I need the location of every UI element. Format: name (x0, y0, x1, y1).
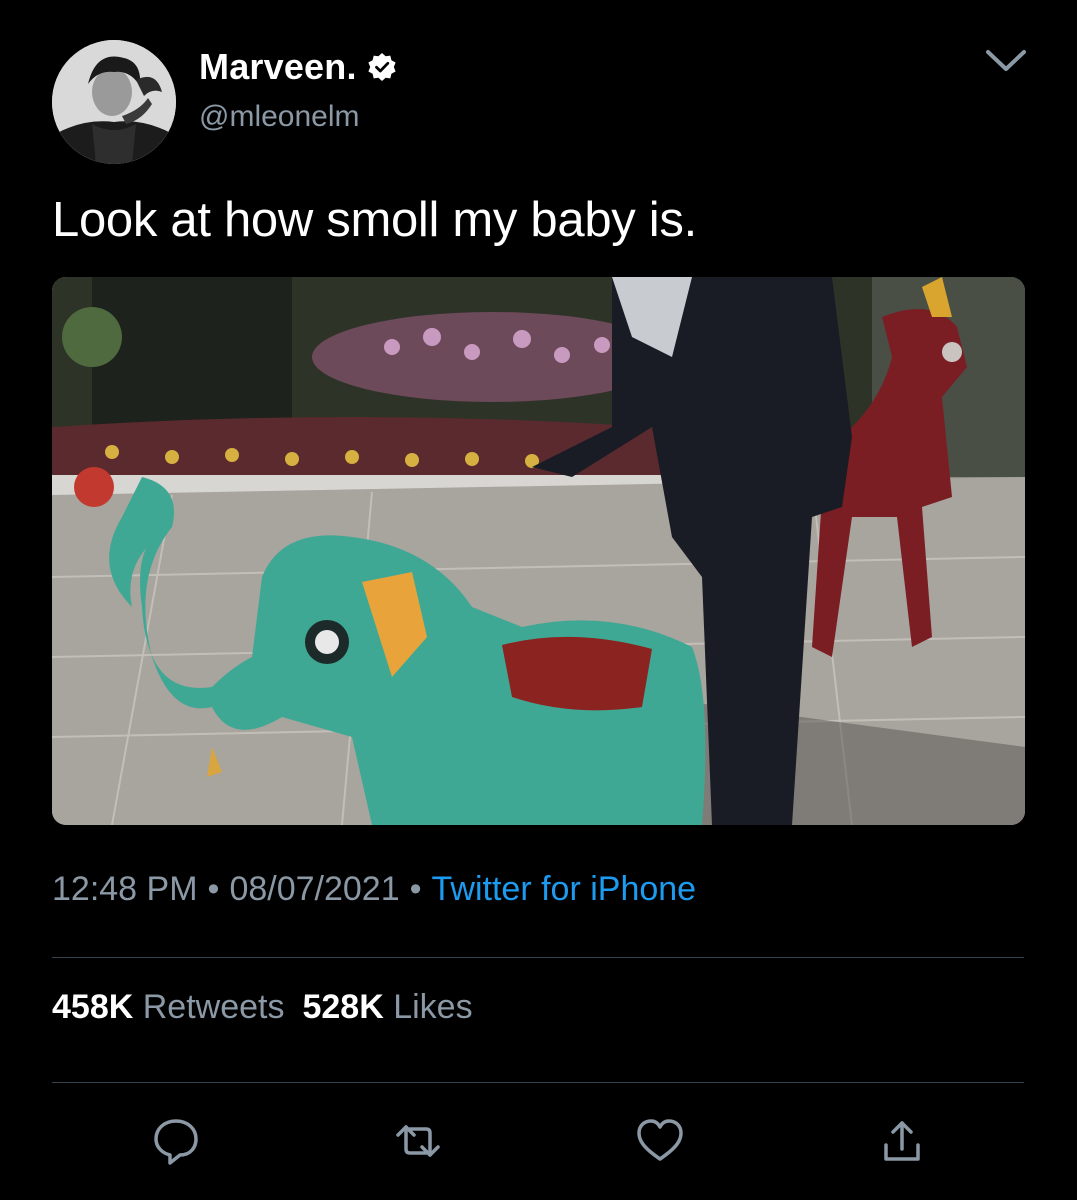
meta-separator: • (207, 870, 220, 908)
likes-count: 528K (302, 988, 384, 1026)
tweet-text: Look at how smoll my baby is. (52, 193, 697, 247)
tweet-stats: 458K Retweets 528K Likes (52, 988, 473, 1027)
tweet-photo[interactable] (52, 277, 1025, 825)
share-icon[interactable] (876, 1115, 928, 1167)
display-name[interactable]: Marveen. (199, 46, 357, 88)
photo-illustration (52, 277, 1025, 825)
likes-stat[interactable]: 528K Likes (302, 988, 472, 1026)
chevron-down-icon[interactable] (982, 42, 1030, 80)
retweets-count: 458K (52, 988, 134, 1026)
reply-icon[interactable] (150, 1115, 202, 1167)
avatar[interactable] (52, 40, 176, 164)
tweet-time: 12:48 PM (52, 870, 198, 908)
tweet-meta: 12:48 PM • 08/07/2021 • Twitter for iPhone (52, 870, 696, 909)
author-name-row[interactable]: Marveen. (199, 46, 397, 88)
verified-badge-icon (368, 53, 396, 81)
tweet-source-link[interactable]: Twitter for iPhone (432, 870, 697, 908)
divider (52, 1082, 1024, 1083)
meta-separator: • (409, 870, 422, 908)
tweet-date: 08/07/2021 (229, 870, 400, 908)
retweets-stat[interactable]: 458K Retweets (52, 988, 284, 1026)
retweets-label: Retweets (142, 988, 285, 1026)
heart-icon[interactable] (634, 1115, 686, 1167)
author-handle[interactable]: @mleonelm (199, 100, 360, 134)
divider (52, 957, 1024, 958)
likes-label: Likes (393, 988, 473, 1026)
retweet-icon[interactable] (392, 1115, 444, 1167)
